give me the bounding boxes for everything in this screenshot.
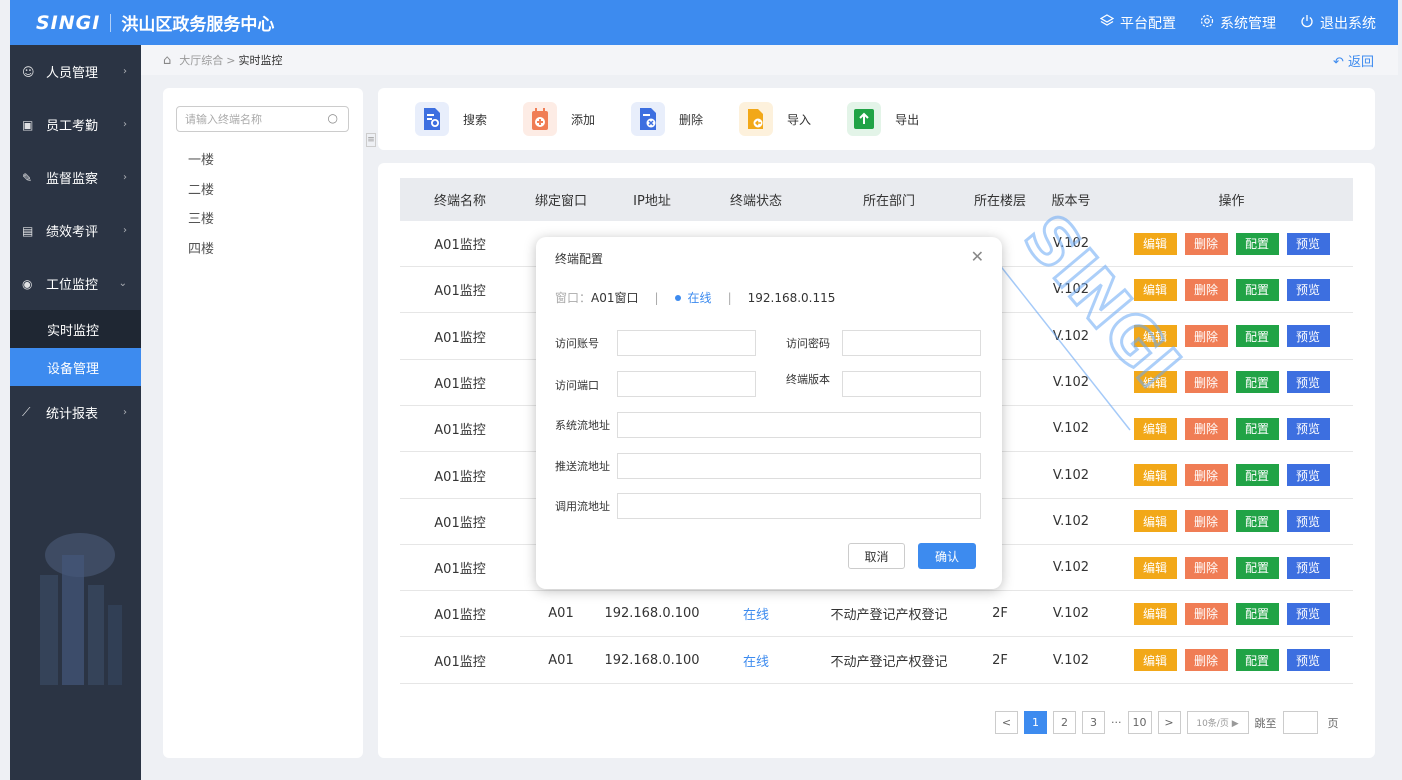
call-stream-input[interactable] [617, 493, 981, 519]
cancel-button[interactable]: 取消 [848, 543, 905, 569]
call-stream-label: 调用流地址 [555, 500, 610, 513]
account-input[interactable] [617, 330, 756, 356]
account-label: 访问账号 [555, 337, 599, 350]
terminal-ip: 192.168.0.115 [747, 290, 836, 305]
system-stream-input[interactable] [617, 412, 981, 438]
info-divider: | [727, 290, 732, 305]
port-label: 访问端口 [555, 379, 599, 392]
password-label: 访问密码 [786, 337, 830, 350]
status-dot-icon [674, 294, 681, 301]
close-icon[interactable]: ✕ [971, 247, 984, 266]
system-stream-label: 系统流地址 [555, 419, 610, 432]
terminal-info: 窗口： A01窗口 | 在线 | 192.168.0.115 [555, 289, 835, 306]
window-label: 窗口： [555, 291, 592, 305]
window-value: A01窗口 [591, 291, 639, 305]
push-stream-input[interactable] [617, 453, 981, 479]
status-badge: 在线 [687, 291, 712, 305]
dialog-title: 终端配置 [555, 252, 604, 266]
info-divider: | [654, 290, 659, 305]
confirm-button[interactable]: 确认 [918, 543, 976, 569]
terminal-config-dialog: 终端配置 ✕ 窗口： A01窗口 | 在线 | 192.168.0.115 访问… [536, 237, 1002, 589]
version-label: 终端版本 [786, 373, 830, 386]
push-stream-label: 推送流地址 [555, 460, 610, 473]
port-input[interactable] [617, 371, 756, 397]
version-input[interactable] [842, 371, 981, 397]
password-input[interactable] [842, 330, 981, 356]
